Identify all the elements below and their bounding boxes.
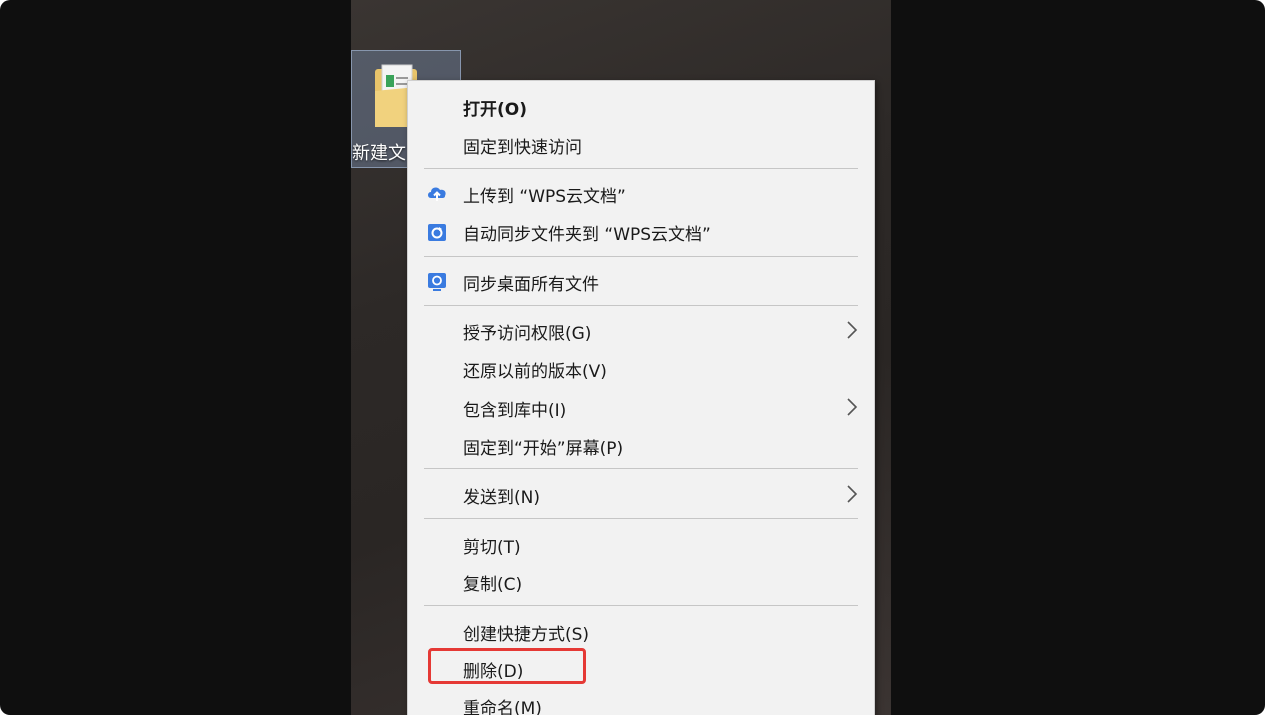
menu-item-label: 自动同步文件夹到 “WPS云文档” xyxy=(463,225,711,245)
menu-separator xyxy=(424,468,858,469)
chevron-right-icon xyxy=(847,398,858,416)
menu-item-label: 固定到快速访问 xyxy=(463,138,582,158)
screenshot-frame: 新建文 打开(O) 固定到快速访问 上传到 “WPS云文档” 自动同步文件夹到 … xyxy=(0,0,1265,715)
menu-item-label: 发送到(N) xyxy=(463,488,540,508)
menu-item-cut[interactable]: 剪切(T) xyxy=(408,528,874,560)
menu-item-grant-access[interactable]: 授予访问权限(G) xyxy=(408,314,874,346)
menu-item-send-to[interactable]: 发送到(N) xyxy=(408,478,874,510)
menu-item-label: 授予访问权限(G) xyxy=(463,324,592,344)
menu-separator xyxy=(424,168,858,169)
menu-item-pin-start[interactable]: 固定到“开始”屏幕(P) xyxy=(408,429,874,461)
menu-separator xyxy=(424,305,858,306)
menu-item-label: 复制(C) xyxy=(463,575,523,595)
menu-item-auto-sync-wps[interactable]: 自动同步文件夹到 “WPS云文档” xyxy=(408,215,874,247)
menu-item-label: 创建快捷方式(S) xyxy=(463,625,590,645)
menu-item-sync-desktop[interactable]: 同步桌面所有文件 xyxy=(408,265,874,297)
menu-item-upload-wps[interactable]: 上传到 “WPS云文档” xyxy=(408,177,874,209)
menu-item-label: 剪切(T) xyxy=(463,538,521,558)
menu-item-open[interactable]: 打开(O) xyxy=(408,90,874,122)
delete-highlight-box xyxy=(428,648,586,684)
menu-item-restore-versions[interactable]: 还原以前的版本(V) xyxy=(408,352,874,384)
menu-separator xyxy=(424,605,858,606)
menu-item-label: 包含到库中(I) xyxy=(463,401,567,421)
folder-sync-icon xyxy=(428,224,446,241)
menu-item-label: 打开(O) xyxy=(463,100,527,120)
menu-item-label: 固定到“开始”屏幕(P) xyxy=(463,439,624,459)
menu-separator xyxy=(424,256,858,257)
menu-item-label: 重命名(M) xyxy=(463,699,542,715)
menu-item-label: 还原以前的版本(V) xyxy=(463,362,607,382)
context-menu: 打开(O) 固定到快速访问 上传到 “WPS云文档” 自动同步文件夹到 “WPS… xyxy=(407,80,875,715)
cloud-upload-icon xyxy=(428,187,446,201)
menu-item-copy[interactable]: 复制(C) xyxy=(408,565,874,597)
chevron-right-icon xyxy=(847,485,858,503)
chevron-right-icon xyxy=(847,321,858,339)
menu-item-label: 上传到 “WPS云文档” xyxy=(463,187,626,207)
menu-item-include-library[interactable]: 包含到库中(I) xyxy=(408,391,874,423)
menu-item-label: 同步桌面所有文件 xyxy=(463,275,599,295)
folder-label: 新建文 xyxy=(352,143,406,164)
menu-item-create-shortcut[interactable]: 创建快捷方式(S) xyxy=(408,615,874,647)
menu-item-pin-quick-access[interactable]: 固定到快速访问 xyxy=(408,128,874,160)
desktop-sync-icon xyxy=(428,273,446,291)
menu-item-rename[interactable]: 重命名(M) xyxy=(408,689,874,715)
menu-separator xyxy=(424,518,858,519)
